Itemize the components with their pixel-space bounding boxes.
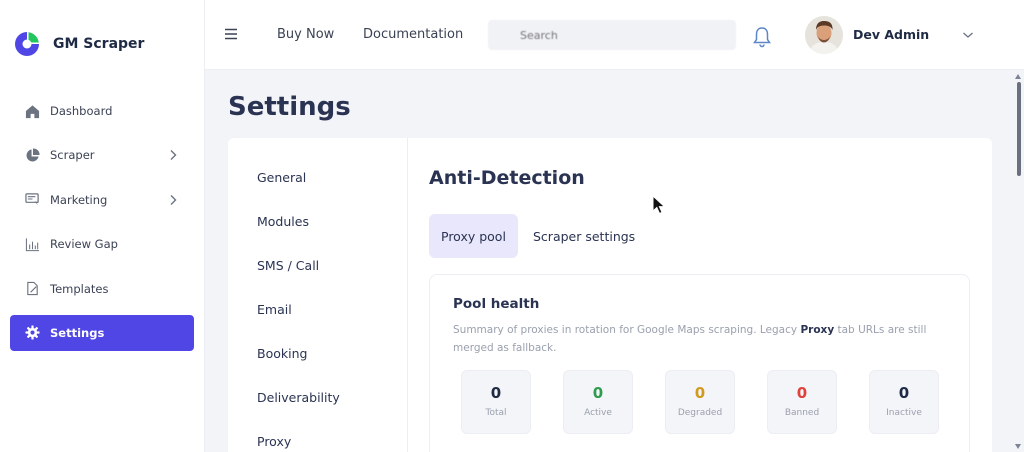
desc-text: Summary of proxies in rotation for Googl… <box>453 324 801 336</box>
chevron-right-icon <box>170 150 177 161</box>
settings-content: Anti-Detection Proxy pool Scraper settin… <box>429 138 989 452</box>
settings-nav-booking[interactable]: Booking <box>257 346 307 361</box>
page-scrollbar[interactable] <box>1012 70 1024 452</box>
scrollbar-thumb[interactable] <box>1017 82 1021 176</box>
gear-icon <box>24 325 40 341</box>
desc-bold-text: Proxy <box>800 324 835 336</box>
scroll-up-arrow-icon[interactable] <box>1015 74 1021 79</box>
sidebar-item-label: Dashboard <box>50 104 113 118</box>
stat-banned: 0 Banned <box>767 370 837 434</box>
settings-nav-deliverability[interactable]: Deliverability <box>257 390 340 405</box>
panel-title: Pool health <box>453 296 540 312</box>
stat-value: 0 <box>796 384 808 402</box>
settings-nav-email[interactable]: Email <box>257 302 292 317</box>
scroll-down-arrow-icon[interactable] <box>1015 444 1021 449</box>
documentation-link[interactable]: Documentation <box>363 27 463 42</box>
gm-scraper-logo-icon <box>15 32 39 56</box>
stat-total: 0 Total <box>461 370 531 434</box>
search-input[interactable] <box>488 20 736 50</box>
mouse-cursor-icon <box>652 195 666 215</box>
chevron-right-icon <box>170 194 177 205</box>
stat-value: 0 <box>694 384 706 402</box>
stat-label: Banned <box>784 408 820 418</box>
stat-label: Degraded <box>677 408 723 418</box>
sidebar-item-templates[interactable]: Templates <box>10 271 194 307</box>
pool-health-panel: Pool health Summary of proxies in rotati… <box>429 274 970 452</box>
sidebar-item-dashboard[interactable]: Dashboard <box>10 93 194 129</box>
sidebar: GM Scraper Dashboard Scraper Marketing R… <box>0 0 205 452</box>
sidebar-item-settings[interactable]: Settings <box>10 314 194 351</box>
brand[interactable]: GM Scraper <box>13 30 144 58</box>
bell-icon[interactable] <box>752 26 772 48</box>
stat-label: Inactive <box>886 408 922 418</box>
edit-file-icon <box>24 281 40 297</box>
sidebar-item-review-gap[interactable]: Review Gap <box>10 226 194 262</box>
sidebar-item-label: Scraper <box>50 148 95 163</box>
brand-name: GM Scraper <box>53 36 145 52</box>
sidebar-item-label: Settings <box>50 325 105 340</box>
sidebar-item-label: Review Gap <box>50 237 118 252</box>
topbar: Buy Now Documentation Dev Admin <box>205 0 1024 70</box>
stat-label: Active <box>584 408 612 418</box>
hamburger-icon[interactable] <box>224 27 238 41</box>
panel-description: Summary of proxies in rotation for Googl… <box>453 321 933 357</box>
stat-active: 0 Active <box>563 370 633 434</box>
section-title: Anti-Detection <box>429 167 585 189</box>
sidebar-item-label: Templates <box>50 281 109 296</box>
user-name[interactable]: Dev Admin <box>853 27 929 42</box>
settings-nav: General Modules SMS / Call Email Booking… <box>228 138 408 452</box>
settings-nav-modules[interactable]: Modules <box>257 214 309 229</box>
stats-row: 0 Total 0 Active 0 Degraded 0 Banned 0 I… <box>461 370 941 436</box>
tab-proxy-pool[interactable]: Proxy pool <box>429 214 518 258</box>
bar-chart-icon <box>24 236 40 252</box>
tab-scraper-settings[interactable]: Scraper settings <box>521 214 647 258</box>
sidebar-item-marketing[interactable]: Marketing <box>10 182 194 218</box>
avatar[interactable] <box>805 16 843 54</box>
home-icon <box>24 103 40 119</box>
stat-value: 0 <box>592 384 604 402</box>
user-avatar-icon <box>805 16 843 54</box>
stat-degraded: 0 Degraded <box>665 370 735 434</box>
page-title: Settings <box>228 92 351 122</box>
stat-label: Total <box>485 408 507 418</box>
buy-now-link[interactable]: Buy Now <box>277 27 334 42</box>
pie-chart-icon <box>24 147 40 163</box>
chevron-down-icon[interactable] <box>962 30 974 40</box>
sidebar-item-label: Marketing <box>50 192 108 207</box>
search-box[interactable] <box>488 20 736 50</box>
stat-value: 0 <box>490 384 502 402</box>
settings-card: General Modules SMS / Call Email Booking… <box>228 138 992 452</box>
sidebar-item-scraper[interactable]: Scraper <box>10 137 194 173</box>
settings-nav-general[interactable]: General <box>257 170 306 185</box>
settings-nav-proxy[interactable]: Proxy <box>257 434 291 449</box>
sidebar-nav: Dashboard Scraper Marketing Review Gap T… <box>10 93 194 359</box>
stat-inactive: 0 Inactive <box>869 370 939 434</box>
stat-value: 0 <box>898 384 910 402</box>
settings-nav-sms-call[interactable]: SMS / Call <box>257 258 319 273</box>
megaphone-icon <box>24 192 40 208</box>
